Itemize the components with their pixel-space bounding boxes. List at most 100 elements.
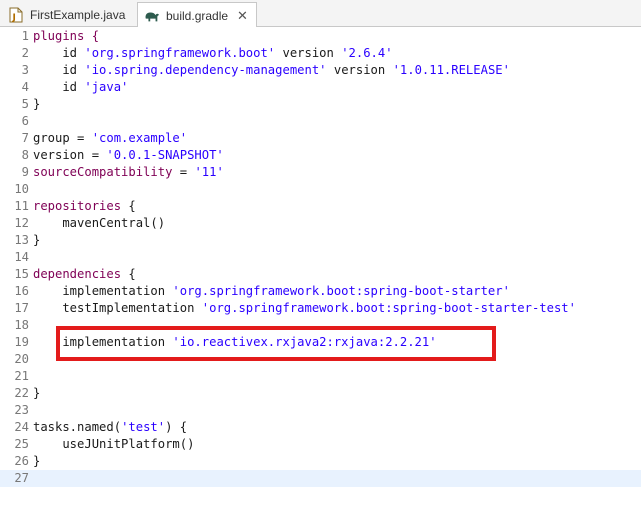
code-line[interactable]: 2 id 'org.springframework.boot' version … [0, 45, 641, 62]
line-number: 20 [14, 352, 29, 366]
string-token: 'org.springframework.boot:spring-boot-st… [201, 301, 576, 315]
code-line[interactable]: 13} [0, 232, 641, 249]
code-line[interactable]: 21 [0, 368, 641, 385]
line-number: 17 [14, 301, 29, 315]
code-token: mavenCentral() [33, 216, 166, 230]
code-text: id 'java' [33, 79, 128, 96]
close-icon[interactable]: ✕ [237, 8, 248, 24]
code-text: tasks.named('test') { [33, 419, 187, 436]
line-number: 7 [21, 131, 29, 145]
code-token: implementation [33, 284, 173, 298]
code-token: id [33, 46, 85, 60]
code-line[interactable]: 12 mavenCentral() [0, 215, 641, 232]
code-text: id 'io.spring.dependency-management' ver… [33, 62, 510, 79]
code-line[interactable]: 1 plugins { [0, 28, 641, 45]
code-line[interactable]: 5} [0, 96, 641, 113]
string-token: '11' [194, 165, 224, 179]
tab-label: build.gradle [166, 8, 229, 23]
code-token: tasks.named( [33, 420, 122, 434]
code-text: } [33, 96, 40, 113]
line-number: 19 [14, 335, 29, 349]
string-token: 'java' [84, 80, 129, 94]
line-number: 22 [14, 386, 29, 400]
line-number: 16 [14, 284, 29, 298]
code-text: } [33, 232, 40, 249]
line-number: 5 [21, 97, 29, 111]
code-line[interactable]: 11 repositories { [0, 198, 641, 215]
line-number: 6 [21, 114, 29, 128]
highlight-annotation-box [56, 326, 496, 361]
line-number: 24 [14, 420, 29, 434]
code-line[interactable]: 22} [0, 385, 641, 402]
tab-build-gradle[interactable]: build.gradle ✕ [137, 2, 257, 28]
code-line[interactable]: 15 dependencies { [0, 266, 641, 283]
code-editor[interactable]: 1 plugins { 2 id 'org.springframework.boot… [0, 27, 641, 505]
line-number: 1 [21, 29, 29, 43]
code-token: id [33, 63, 85, 77]
line-number: 26 [14, 454, 29, 468]
java-file-icon: J [8, 7, 24, 23]
line-number: 4 [21, 80, 29, 94]
code-token: { [121, 267, 136, 281]
code-line[interactable]: 9 sourceCompatibility = '11' [0, 164, 641, 181]
code-line[interactable]: 4 id 'java' [0, 79, 641, 96]
code-line[interactable]: 3 id 'io.spring.dependency-management' v… [0, 62, 641, 79]
line-number: 2 [21, 46, 29, 60]
code-token: testImplementation [33, 301, 202, 315]
code-line[interactable]: 16 implementation 'org.springframework.b… [0, 283, 641, 300]
svg-text:J: J [12, 13, 16, 23]
line-number: 14 [14, 250, 29, 264]
line-number: 18 [14, 318, 29, 332]
line-number: 12 [14, 216, 29, 230]
string-token: '2.6.4' [341, 46, 393, 60]
tab-label: FirstExample.java [30, 7, 126, 22]
code-line[interactable]: 8 version = '0.0.1-SNAPSHOT' [0, 147, 641, 164]
code-line[interactable]: 24 tasks.named('test') { [0, 419, 641, 436]
line-number: 21 [14, 369, 29, 383]
code-text: dependencies { [33, 266, 136, 283]
string-token: 'test' [121, 420, 166, 434]
code-line[interactable]: 7 group = 'com.example' [0, 130, 641, 147]
code-token: ) { [165, 420, 188, 434]
line-number: 23 [14, 403, 29, 417]
code-token: { [121, 199, 136, 213]
code-token: } [33, 233, 41, 247]
code-text: repositories { [33, 198, 136, 215]
code-text: useJUnitPlatform() [33, 436, 194, 453]
code-text: sourceCompatibility = '11' [33, 164, 224, 181]
code-text: plugins { [33, 28, 99, 45]
code-token: group = [33, 131, 92, 145]
code-line[interactable]: 6 [0, 113, 641, 130]
code-text: mavenCentral() [33, 215, 165, 232]
line-number: 10 [14, 182, 29, 196]
code-line[interactable]: 26} [0, 453, 641, 470]
code-token: } [33, 97, 41, 111]
line-number: 27 [14, 471, 29, 485]
code-token: } [33, 454, 41, 468]
line-number: 13 [14, 233, 29, 247]
code-line[interactable]: 27 [0, 470, 641, 487]
code-line[interactable]: 25 useJUnitPlatform() [0, 436, 641, 453]
code-line[interactable]: 14 [0, 249, 641, 266]
code-token: version [326, 63, 393, 77]
string-token: 'com.example' [91, 131, 188, 145]
code-token: id [33, 80, 85, 94]
string-token: 'org.springframework.boot' [84, 46, 276, 60]
line-number: 8 [21, 148, 29, 162]
keyword-token: plugins { [33, 29, 100, 43]
code-line[interactable]: 23 [0, 402, 641, 419]
string-token: 'io.spring.dependency-management' [84, 63, 327, 77]
line-number: 9 [21, 165, 29, 179]
code-text: version = '0.0.1-SNAPSHOT' [33, 147, 224, 164]
code-line[interactable]: 17 testImplementation 'org.springframewo… [0, 300, 641, 317]
gradle-elephant-icon [144, 8, 160, 24]
code-token: } [33, 386, 41, 400]
code-text: implementation 'org.springframework.boot… [33, 283, 510, 300]
code-text: id 'org.springframework.boot' version '2… [33, 45, 393, 62]
string-token: '0.0.1-SNAPSHOT' [106, 148, 224, 162]
keyword-token: repositories [33, 199, 122, 213]
tab-first-example-java[interactable]: J FirstExample.java [2, 2, 134, 27]
line-number: 15 [14, 267, 29, 281]
editor-tab-bar: J FirstExample.java build.gradle ✕ [0, 0, 641, 28]
code-line[interactable]: 10 [0, 181, 641, 198]
